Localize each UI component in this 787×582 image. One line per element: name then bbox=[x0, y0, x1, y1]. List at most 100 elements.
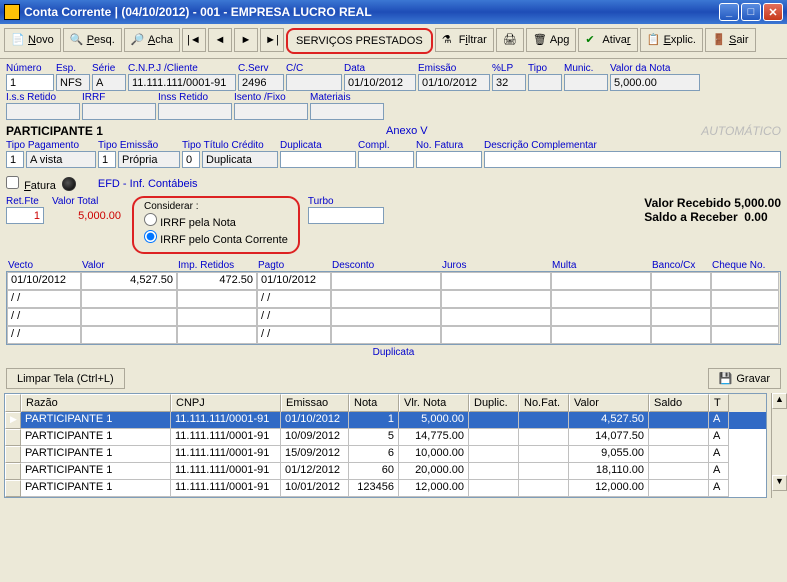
retfte-input[interactable] bbox=[6, 207, 44, 224]
desc-label: Descrição Complementar bbox=[484, 140, 781, 151]
bh-emissao[interactable]: Emissao bbox=[281, 394, 349, 412]
nof-input[interactable] bbox=[416, 151, 482, 168]
record-icon[interactable] bbox=[62, 177, 76, 191]
nav-first-button[interactable]: |◄ bbox=[182, 28, 206, 52]
isento-input bbox=[234, 103, 308, 120]
parcela-row[interactable]: 01/10/20124,527.50472.5001/10/2012 bbox=[7, 272, 780, 290]
parcelas-grid[interactable]: 01/10/20124,527.50472.5001/10/2012 / / /… bbox=[6, 271, 781, 345]
bh-nofat[interactable]: No.Fat. bbox=[519, 394, 569, 412]
gravar-button[interactable]: 💾Gravar bbox=[708, 368, 781, 389]
bh-razao[interactable]: Razão bbox=[21, 394, 171, 412]
valor-summary: Valor Recebido 5,000.00 Saldo a Receber … bbox=[644, 196, 781, 224]
fatura-checkbox[interactable] bbox=[6, 176, 19, 189]
gh-valor: Valor bbox=[80, 260, 176, 271]
maximize-button[interactable]: □ bbox=[741, 3, 761, 21]
filtrar-button[interactable]: ⚗Filtrar bbox=[435, 28, 494, 52]
fatura-checkbox-label[interactable]: Fatura bbox=[6, 176, 56, 192]
bh-duplic[interactable]: Duplic. bbox=[469, 394, 519, 412]
new-icon: 📄 bbox=[11, 33, 25, 47]
turbo-label[interactable]: Turbo bbox=[308, 196, 384, 207]
window-title: Conta Corrente | (04/10/2012) - 001 - EM… bbox=[24, 5, 719, 19]
irrf-cc-radio[interactable] bbox=[144, 230, 157, 243]
considerar-group: Considerar : IRRF pela Nota IRRF pelo Co… bbox=[132, 196, 300, 254]
pesq-button[interactable]: 🔍Pesq. bbox=[63, 28, 122, 52]
grid-scrollbar[interactable]: ▲ ▼ bbox=[771, 393, 787, 498]
cserv-input bbox=[238, 74, 284, 91]
irrf-nota-radio-label[interactable]: IRRF pela Nota bbox=[144, 213, 288, 229]
lancamento-row[interactable]: PARTICIPANTE 111.111.111/0001-9115/09/20… bbox=[5, 446, 766, 463]
te-code-input[interactable] bbox=[98, 151, 116, 168]
close-button[interactable]: ✕ bbox=[763, 3, 783, 21]
nav-next-button[interactable]: ► bbox=[234, 28, 258, 52]
bh-nota[interactable]: Nota bbox=[349, 394, 399, 412]
numero-input[interactable] bbox=[6, 74, 54, 91]
lancamento-row[interactable]: ▶PARTICIPANTE 111.111.111/0001-9101/10/2… bbox=[5, 412, 766, 429]
lancamento-row[interactable]: PARTICIPANTE 111.111.111/0001-9110/01/20… bbox=[5, 480, 766, 497]
sair-button[interactable]: 🚪Sair bbox=[705, 28, 756, 52]
lancamento-row[interactable]: PARTICIPANTE 111.111.111/0001-9101/12/20… bbox=[5, 463, 766, 480]
inss-label: Inss Retido bbox=[158, 92, 232, 103]
serie-input bbox=[92, 74, 126, 91]
scroll-down-icon[interactable]: ▼ bbox=[772, 475, 787, 491]
irrf-cc-radio-label[interactable]: IRRF pelo Conta Corrente bbox=[144, 230, 288, 246]
cnpj-label[interactable]: C.N.P.J /Cliente bbox=[128, 63, 236, 74]
gh-banco: Banco/Cx bbox=[650, 260, 710, 271]
lancamento-row[interactable]: PARTICIPANTE 111.111.111/0001-9110/09/20… bbox=[5, 429, 766, 446]
tp-code-input[interactable] bbox=[6, 151, 24, 168]
compl-input[interactable] bbox=[358, 151, 414, 168]
novo-button[interactable]: 📄Novo bbox=[4, 28, 61, 52]
dup-input[interactable] bbox=[280, 151, 356, 168]
acha-button[interactable]: 🔎Acha bbox=[124, 28, 180, 52]
parcela-row[interactable]: / / / / bbox=[7, 326, 780, 344]
tp-text bbox=[26, 151, 96, 168]
tc-code-input[interactable] bbox=[182, 151, 200, 168]
next-icon: ► bbox=[240, 34, 251, 46]
bh-cnpj[interactable]: CNPJ bbox=[171, 394, 281, 412]
desc-input[interactable] bbox=[484, 151, 781, 168]
considerar-title: Considerar : bbox=[144, 201, 288, 212]
parcela-row[interactable]: / / / / bbox=[7, 308, 780, 326]
bh-saldo[interactable]: Saldo bbox=[649, 394, 709, 412]
serie-label: Série bbox=[92, 63, 126, 74]
nav-prev-button[interactable]: ◄ bbox=[208, 28, 232, 52]
gh-cheque: Cheque No. bbox=[710, 260, 780, 271]
scroll-up-icon[interactable]: ▲ bbox=[772, 393, 787, 409]
limpar-button[interactable]: Limpar Tela (Ctrl+L) bbox=[6, 368, 125, 389]
row-marker-header bbox=[5, 394, 21, 412]
tipo-input bbox=[528, 74, 562, 91]
bh-t[interactable]: T bbox=[709, 394, 729, 412]
turbo-input[interactable] bbox=[308, 207, 384, 224]
efd-link[interactable]: EFD - Inf. Contábeis bbox=[98, 178, 198, 190]
inss-input bbox=[158, 103, 232, 120]
tipo-label: Tipo bbox=[528, 63, 562, 74]
explic-button[interactable]: 📋Explic. bbox=[640, 28, 703, 52]
first-icon: |◄ bbox=[187, 34, 201, 46]
duplicata-mid-label: Duplicata bbox=[6, 347, 781, 358]
irrf-nota-radio[interactable] bbox=[144, 213, 157, 226]
bh-vlnota[interactable]: Vlr. Nota bbox=[399, 394, 469, 412]
help-icon: 📋 bbox=[647, 33, 661, 47]
servicos-button[interactable]: SERVIÇOS PRESTADOS bbox=[286, 28, 433, 54]
titlebar: Conta Corrente | (04/10/2012) - 001 - EM… bbox=[0, 0, 787, 24]
nav-last-button[interactable]: ►| bbox=[260, 28, 284, 52]
retfte-label: Ret.Fte bbox=[6, 196, 44, 207]
numero-label[interactable]: Número bbox=[6, 63, 54, 74]
munic-input bbox=[564, 74, 608, 91]
lancamentos-grid[interactable]: Razão CNPJ Emissao Nota Vlr. Nota Duplic… bbox=[4, 393, 767, 498]
irrf-input bbox=[82, 103, 156, 120]
minimize-button[interactable]: _ bbox=[719, 3, 739, 21]
prev-icon: ◄ bbox=[214, 34, 225, 46]
cserv-label[interactable]: C.Serv bbox=[238, 63, 284, 74]
parcela-row[interactable]: / / / / bbox=[7, 290, 780, 308]
cc-label[interactable]: C/C bbox=[286, 63, 342, 74]
apg-button[interactable]: 🗑Apg bbox=[526, 28, 577, 52]
gh-juros: Juros bbox=[440, 260, 550, 271]
valtot-label: Valor Total bbox=[52, 196, 124, 207]
data-label[interactable]: Data bbox=[344, 63, 416, 74]
bh-valor[interactable]: Valor bbox=[569, 394, 649, 412]
print-button[interactable]: 🖨 bbox=[496, 28, 524, 52]
tc-text bbox=[202, 151, 278, 168]
filter-icon: ⚗ bbox=[442, 33, 456, 47]
ativar-button[interactable]: ✔Ativar bbox=[578, 28, 637, 52]
toolbar: 📄Novo 🔍Pesq. 🔎Acha |◄ ◄ ► ►| SERVIÇOS PR… bbox=[0, 24, 787, 59]
